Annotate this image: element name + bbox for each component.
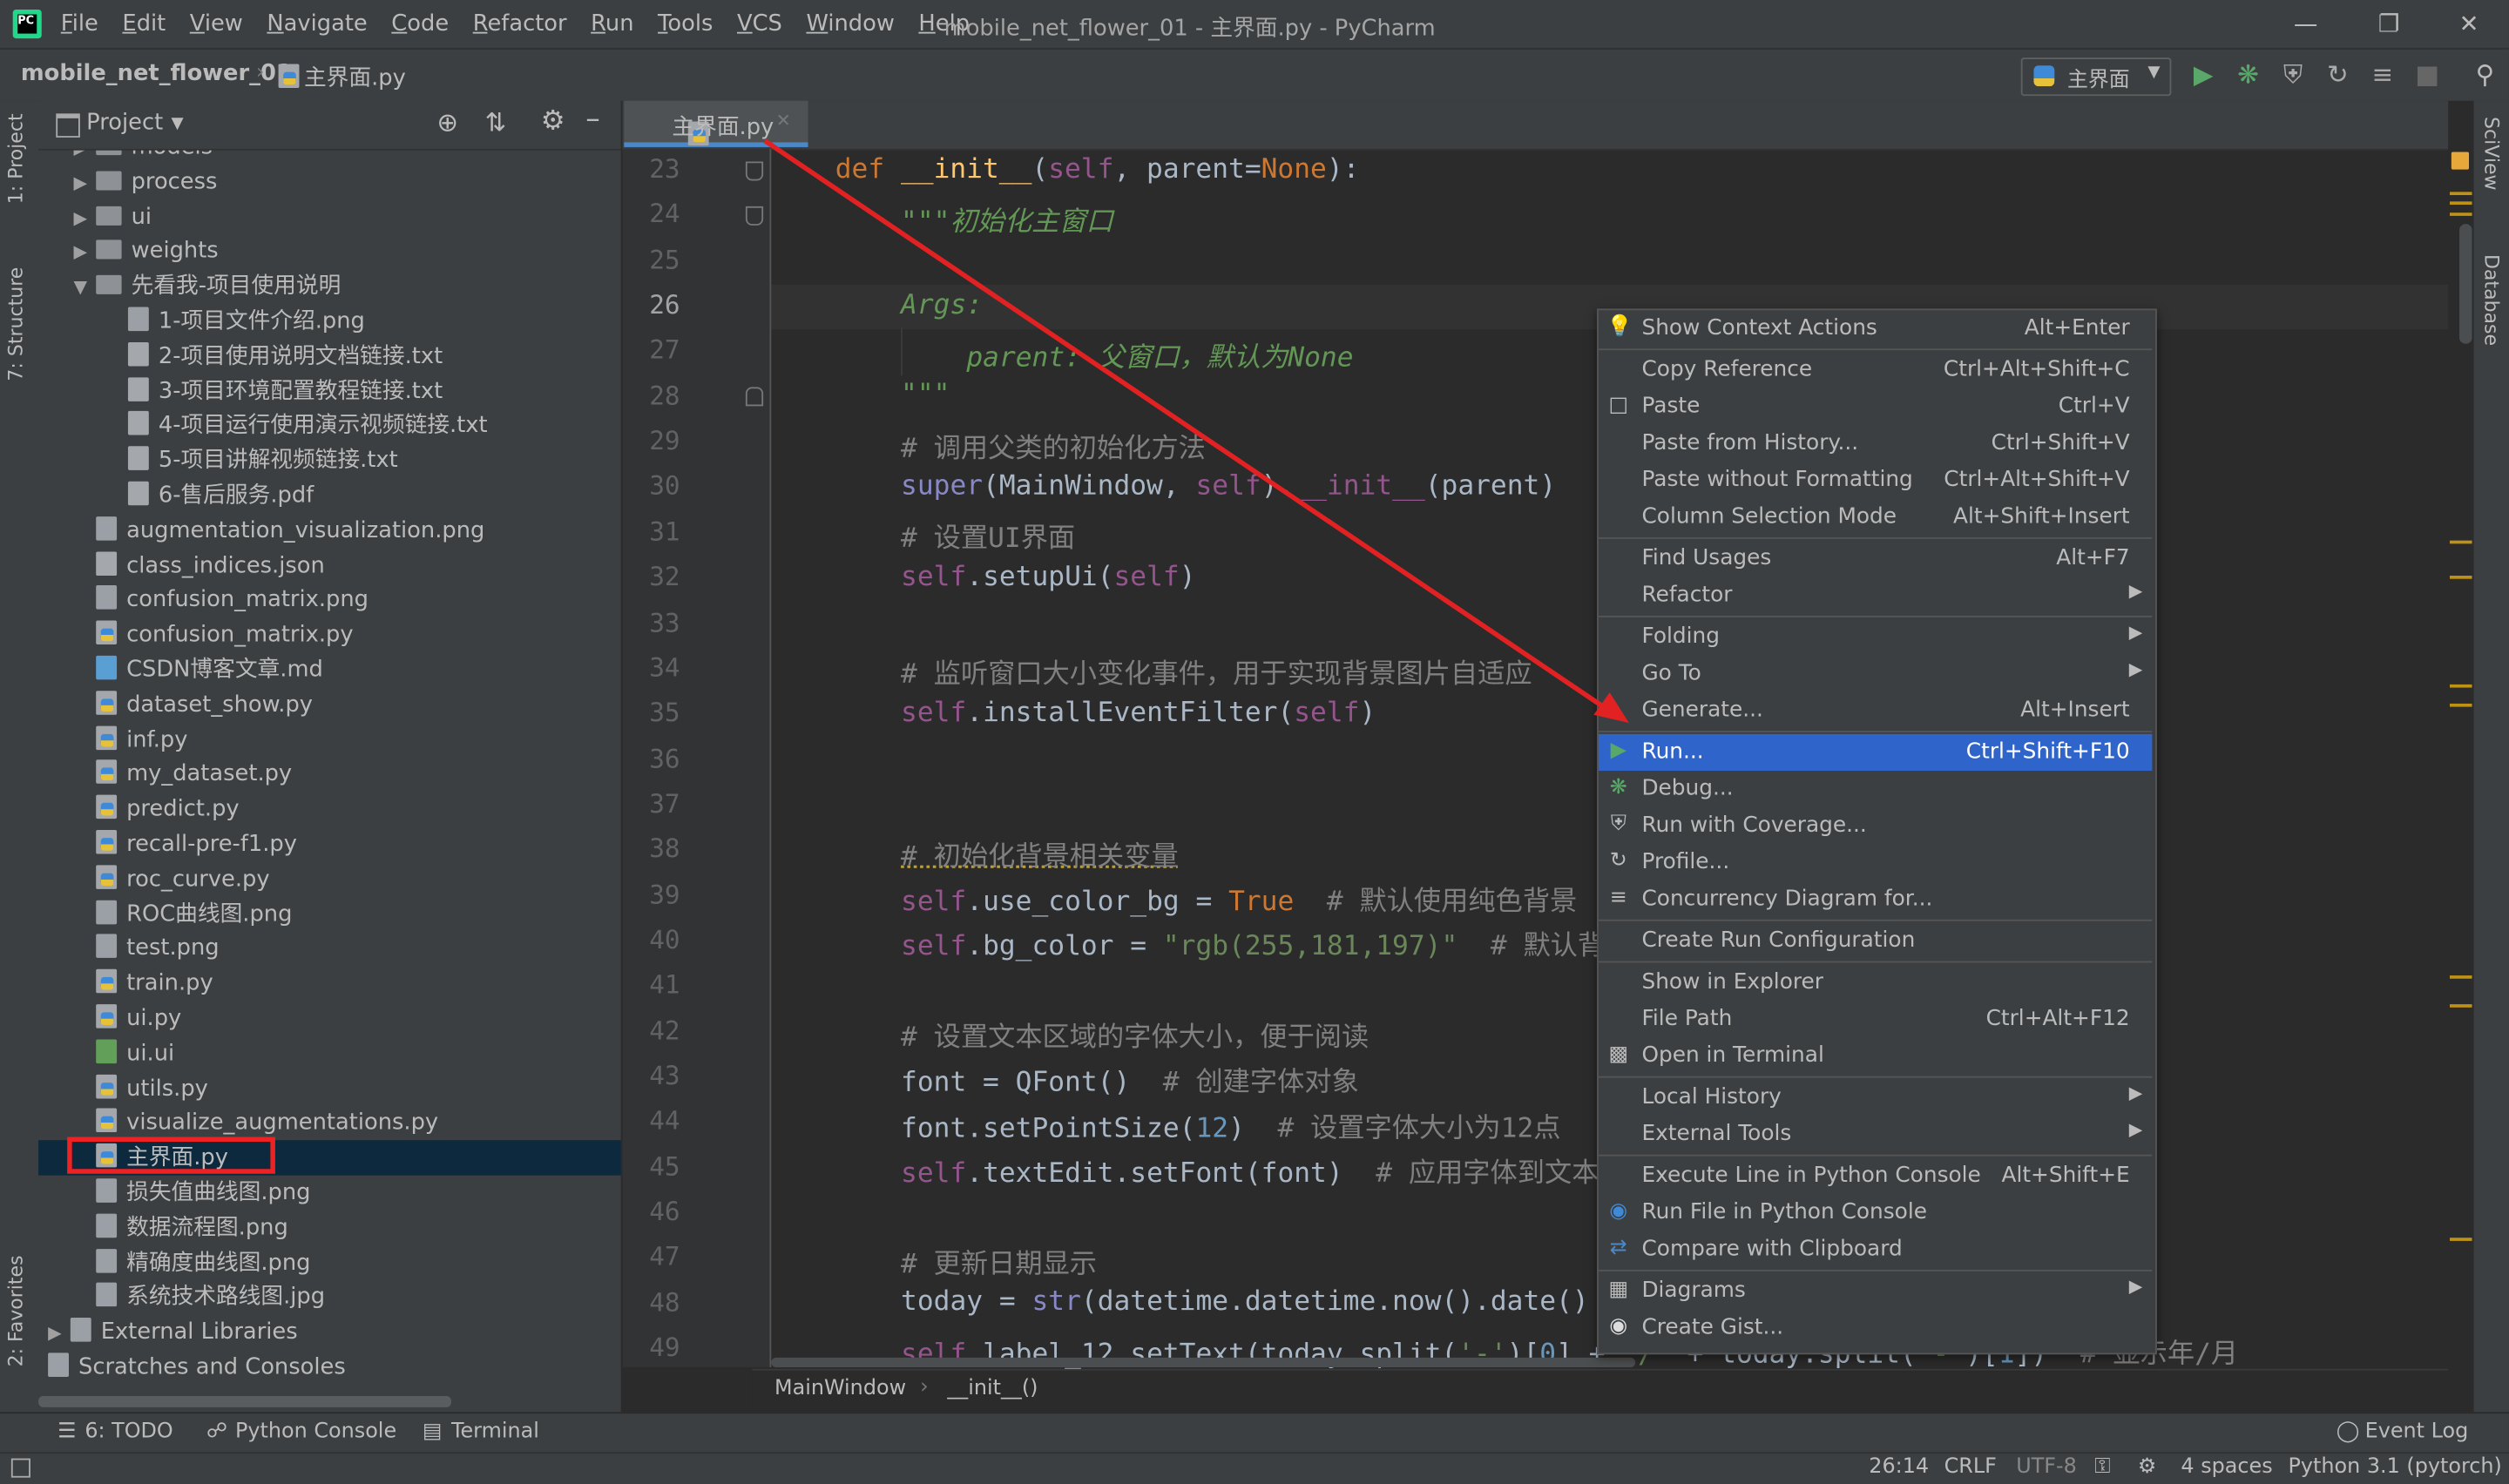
annotation-arrow: [763, 138, 1629, 723]
pycharm-window: PC File Edit View Navigate Code Refactor Run To…: [0, 0, 2509, 1484]
